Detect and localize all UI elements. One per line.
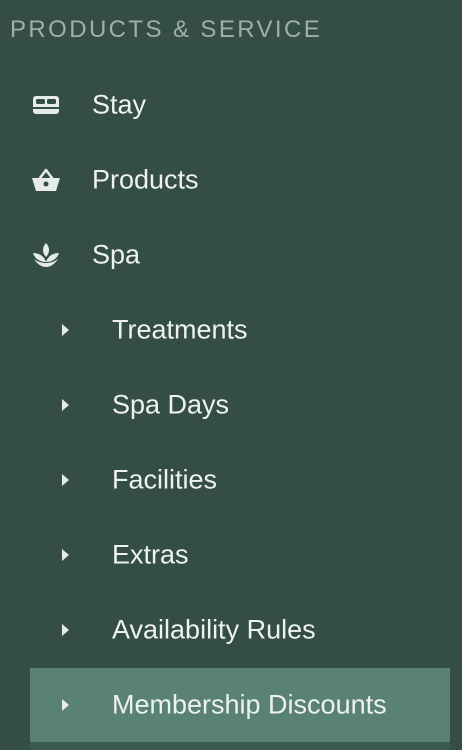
caret-right-icon [62, 324, 69, 336]
subnav-item-facilities[interactable]: Facilities [30, 443, 450, 517]
caret-right-icon [62, 474, 69, 486]
subnav-item-label: Facilities [112, 464, 218, 495]
caret-right-icon [62, 549, 69, 561]
subnav-item-label: Availability Rules [112, 614, 316, 645]
subnav-item-label: Spa Days [112, 389, 230, 420]
lotus-icon [30, 239, 62, 271]
nav-item-stay-label: Stay [92, 89, 147, 119]
basket-icon [30, 164, 62, 196]
nav-item-stay[interactable]: Stay [0, 67, 462, 142]
caret-right-icon [62, 699, 69, 711]
nav-item-spa-label: Spa [92, 239, 141, 269]
nav-item-spa[interactable]: Spa [0, 217, 462, 292]
bed-icon [30, 89, 62, 121]
subnav-item-spa-days[interactable]: Spa Days [30, 368, 450, 442]
caret-right-icon [62, 399, 69, 411]
subnav-item-membership-discounts[interactable]: Membership Discounts [30, 668, 450, 742]
nav-item-products-label: Products [92, 164, 199, 194]
nav-item-products[interactable]: Products [0, 142, 462, 217]
next-item-partial [30, 742, 450, 750]
subnav-item-availability-rules[interactable]: Availability Rules [30, 593, 450, 667]
subnav-item-treatments[interactable]: Treatments [30, 293, 450, 367]
section-title: PRODUCTS & SERVICE [10, 16, 323, 43]
subnav-item-label: Extras [112, 539, 189, 570]
subnav-item-label: Treatments [112, 314, 248, 345]
subnav-item-extras[interactable]: Extras [30, 518, 450, 592]
subnav-item-label: Membership Discounts [112, 689, 387, 720]
caret-right-icon [62, 624, 69, 636]
